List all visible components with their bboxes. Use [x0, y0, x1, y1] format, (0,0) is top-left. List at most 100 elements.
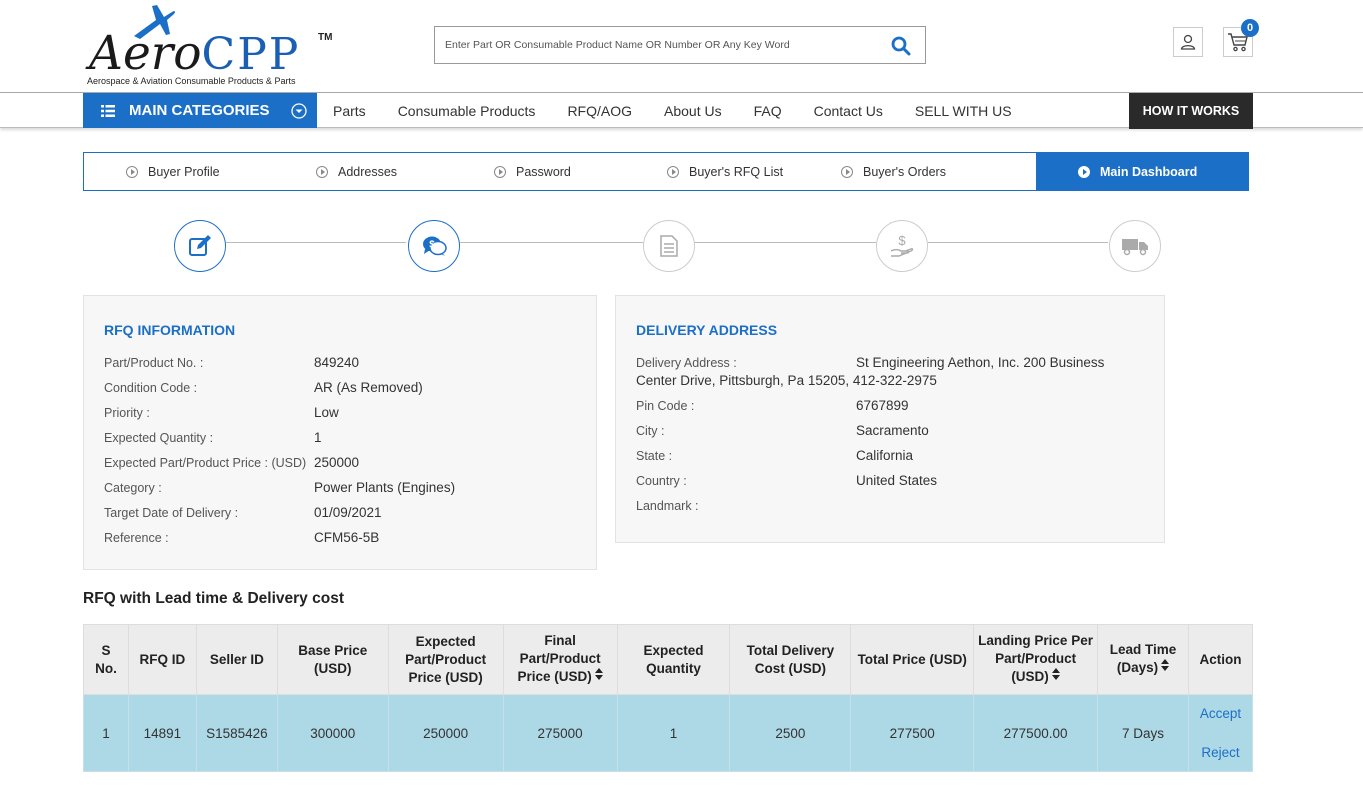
nav-link-rfq-aog[interactable]: RFQ/AOG: [567, 103, 632, 119]
aerocpp-logo[interactable]: AeroCPP TM Aerospace & Aviation Consumab…: [86, 4, 346, 88]
account-button[interactable]: [1173, 27, 1203, 57]
svg-text:$: $: [898, 233, 906, 248]
header: AeroCPP TM Aerospace & Aviation Consumab…: [0, 0, 1363, 92]
sort-icon[interactable]: [1051, 668, 1060, 687]
reject-link[interactable]: Reject: [1189, 745, 1252, 760]
quote-chat-icon: $: [423, 236, 447, 256]
main-categories-button[interactable]: MAIN CATEGORIES: [83, 93, 317, 128]
step-quote: $: [408, 220, 460, 272]
tab-buyer-profile[interactable]: Buyer Profile: [84, 153, 274, 190]
column-header[interactable]: Final Part/Product Price (USD): [502, 624, 618, 695]
table-cell: 14891: [127, 694, 197, 772]
column-header[interactable]: Landing Price Per Part/Product (USD): [973, 624, 1099, 695]
field-value: 250000: [314, 455, 360, 470]
nav-link-consumable-products[interactable]: Consumable Products: [398, 103, 536, 119]
column-header-text: (USD): [1011, 669, 1049, 685]
column-header-text: Total Delivery: [746, 642, 835, 658]
cart-count-badge: 0: [1241, 19, 1259, 37]
step-document: [643, 220, 695, 272]
action-cell: Accept Reject: [1187, 694, 1254, 772]
column-header-text: Lead Time: [1109, 642, 1177, 657]
document-icon: [660, 235, 678, 257]
play-circle-icon: [126, 165, 138, 178]
nav-link-about-us[interactable]: About Us: [664, 103, 722, 119]
tab-label: Buyer Profile: [148, 164, 220, 179]
logo-trademark: TM: [318, 32, 333, 43]
step-payment: $: [876, 220, 928, 272]
step-edit: [174, 220, 226, 272]
play-circle-icon: [1078, 165, 1090, 178]
tab-buyers-orders[interactable]: Buyer's Orders: [836, 153, 1036, 190]
field-label: Expected Quantity :: [104, 431, 214, 445]
table-row: 1 14891 S1585426 300000 250000 275000 1 2500 277…: [83, 694, 1254, 772]
column-header-text: Expected: [415, 633, 476, 649]
nav-links: Parts Consumable Products RFQ/AOG About …: [317, 93, 1028, 128]
tab-label: Buyer's RFQ List: [689, 164, 784, 179]
play-circle-icon: [667, 165, 679, 178]
field-label: City :: [636, 424, 665, 438]
column-header-text: Total Price (USD): [857, 651, 967, 667]
field-label: Expected Part/Product Price : (USD): [104, 456, 307, 470]
column-header-text: Cost (USD): [754, 660, 826, 676]
tab-main-dashboard[interactable]: Main Dashboard: [1036, 153, 1248, 190]
table-cell: 250000: [387, 694, 504, 772]
table-cell: 277500.00: [973, 694, 1099, 772]
rfq-lead-time-table: S No. RFQ ID Seller ID Base Price (USD) Expect…: [83, 624, 1254, 772]
tab-buyers-rfq-list[interactable]: Buyer's RFQ List: [626, 153, 836, 190]
field-value: 01/09/2021: [314, 505, 382, 520]
column-header-text: Price (USD): [408, 669, 483, 685]
field-value: United States: [856, 473, 938, 488]
step-connector: [226, 242, 406, 243]
tab-addresses[interactable]: Addresses: [274, 153, 454, 190]
field-label: Pin Code :: [636, 399, 695, 413]
search-icon[interactable]: [891, 36, 911, 56]
rfq-information-panel: RFQ INFORMATION Part/Product No. : 84924…: [83, 295, 597, 570]
column-header-text: Quantity: [646, 660, 701, 676]
play-circle-icon: [494, 165, 506, 178]
table-cell: 300000: [276, 694, 389, 772]
how-it-works-button[interactable]: HOW IT WORKS: [1129, 93, 1253, 129]
address-line-1: St Engineering Aethon, Inc. 200 Business: [856, 355, 1105, 370]
address-line-2: Center Drive, Pittsburgh, Pa 15205, 412-…: [636, 373, 937, 388]
nav-link-sell-with-us[interactable]: SELL WITH US: [915, 103, 1012, 119]
column-header-text: Price (USD): [517, 669, 592, 685]
rfq-table-title: RFQ with Lead time & Delivery cost: [83, 590, 344, 607]
column-header-text: Final: [544, 633, 576, 648]
column-header: Action: [1187, 624, 1254, 695]
logo-cpp: CPP: [201, 29, 301, 80]
nav-link-parts[interactable]: Parts: [333, 103, 366, 119]
tab-password[interactable]: Password: [454, 153, 626, 190]
field-label: State :: [636, 449, 673, 463]
rfq-information-title: RFQ INFORMATION: [104, 322, 236, 338]
column-header-text: S: [101, 642, 111, 658]
nav-link-contact-us[interactable]: Contact Us: [814, 103, 883, 119]
table-cell: S1585426: [195, 694, 278, 772]
table-cell: 2500: [729, 694, 852, 772]
accept-link[interactable]: Accept: [1189, 706, 1252, 721]
column-header: Seller ID: [195, 624, 278, 695]
step-delivery: [1109, 220, 1161, 272]
column-header-text: Part/Product: [519, 651, 601, 666]
sort-icon[interactable]: [1161, 659, 1170, 678]
step-connector: [928, 242, 1108, 243]
column-header-text: Seller ID: [209, 651, 264, 667]
delivery-address-panel: DELIVERY ADDRESS Delivery Address : St E…: [615, 295, 1165, 543]
dashboard-tabs: Buyer Profile Addresses Password Buyer's…: [83, 152, 1249, 191]
payment-hand-icon: $: [890, 233, 914, 257]
field-label: Priority :: [104, 406, 150, 420]
rfq-progress-steps: $ $: [0, 218, 1363, 274]
column-header[interactable]: Lead Time (Days): [1097, 624, 1189, 695]
nav-link-faq[interactable]: FAQ: [754, 103, 782, 119]
field-value: 1: [314, 430, 322, 445]
delivery-address-row: Delivery Address : St Engineering Aethon…: [636, 355, 1146, 392]
column-header: RFQ ID: [127, 624, 197, 695]
search-input[interactable]: [435, 27, 875, 63]
field-value: California: [856, 448, 914, 463]
field-value: Sacramento: [856, 423, 929, 438]
tab-label: Addresses: [338, 164, 398, 179]
column-header: Total Price (USD): [850, 624, 975, 695]
sort-icon[interactable]: [594, 668, 603, 687]
field-label: Category :: [104, 481, 162, 495]
tab-label: Buyer's Orders: [863, 164, 946, 179]
field-label: Condition Code :: [104, 381, 198, 395]
